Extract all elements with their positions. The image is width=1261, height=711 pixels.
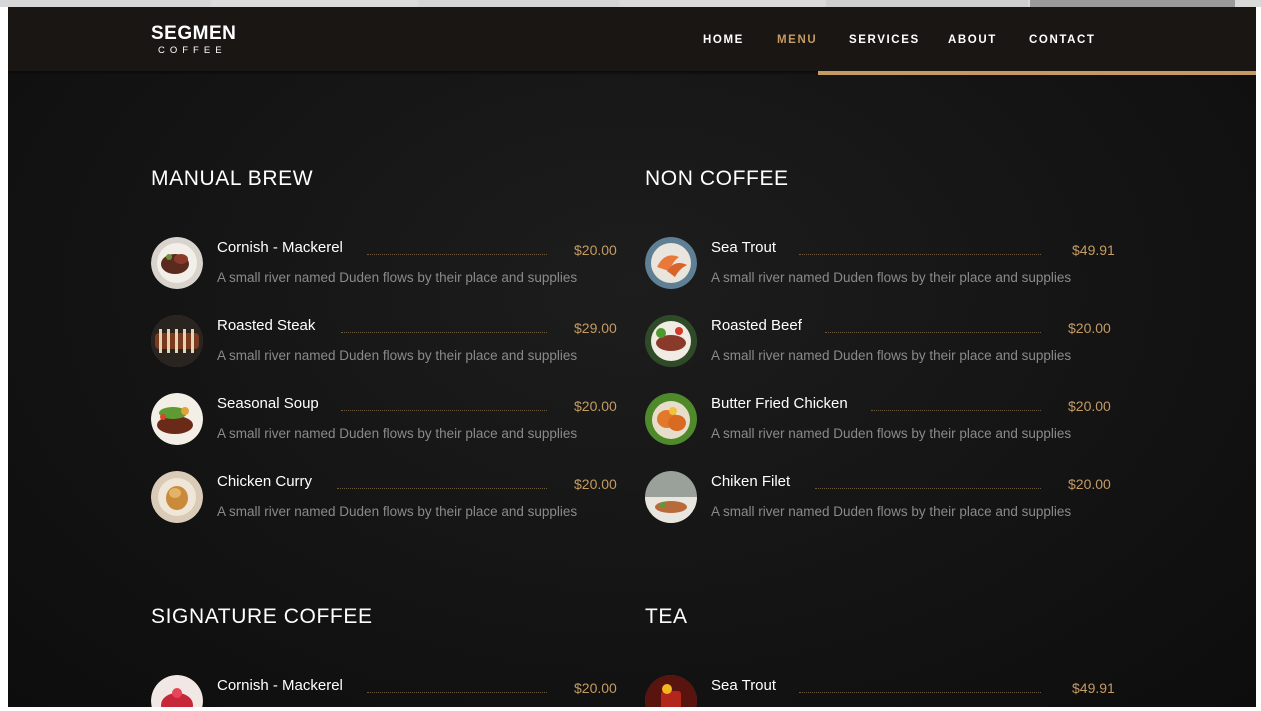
item-name: Chicken Curry [217,473,313,490]
filet-plate-image [645,471,697,523]
cake-plate-image [151,675,203,707]
nav-item-about[interactable]: ABOUT [948,34,997,46]
section-title: NON COFFEE [645,167,789,190]
item-price: $29.00 [574,320,617,336]
item-name: Sea Trout [711,239,777,256]
main-nav: HOME MENU SERVICES ABOUT CONTACT [8,34,1256,50]
price-leader-dots [341,332,547,333]
salad-plate-image [151,393,203,445]
item-name: Cornish - Mackerel [217,239,343,256]
item-description: A small river named Duden flows by their… [711,426,1072,441]
item-price: $49.91 [1072,680,1115,696]
item-description: A small river named Duden flows by their… [217,348,578,363]
item-description: A small river named Duden flows by their… [711,270,1072,285]
menu-item[interactable]: Roasted Beef $20.00 A small river named … [645,315,1115,371]
item-name: Butter Fried Chicken [711,395,848,412]
item-price: $49.91 [1072,242,1115,258]
item-description: A small river named Duden flows by their… [711,348,1072,363]
nav-item-menu[interactable]: MENU [777,34,817,46]
item-price: $20.00 [574,476,617,492]
price-leader-dots [367,692,547,693]
section-title: SIGNATURE COFFEE [151,605,373,628]
item-description: A small river named Duden flows by their… [217,270,578,285]
item-price: $20.00 [1068,476,1111,492]
menu-item[interactable]: Cornish - Mackerel $20.00 A small river … [151,237,621,293]
menu-item[interactable]: Sea Trout $49.91 [645,675,1115,707]
section-title: TEA [645,605,688,628]
drink-glass-image [645,675,697,707]
item-name: Cornish - Mackerel [217,677,343,694]
item-name: Roasted Steak [217,317,316,334]
item-price: $20.00 [574,680,617,696]
shrimp-plate-image [645,237,697,289]
item-name: Seasonal Soup [217,395,319,412]
menu-item[interactable]: Cornish - Mackerel $20.00 [151,675,621,707]
item-description: A small river named Duden flows by their… [217,426,578,441]
price-leader-dots [825,332,1041,333]
steak-plate-image [151,237,203,289]
section-title: MANUAL BREW [151,167,314,190]
nav-item-home[interactable]: HOME [703,34,744,46]
price-leader-dots [799,692,1041,693]
item-description: A small river named Duden flows by their… [217,504,578,519]
menu-item[interactable]: Roasted Steak $29.00 A small river named… [151,315,621,371]
browser-top-strip [0,0,1261,7]
item-price: $20.00 [574,398,617,414]
navbar-accent-bar [818,71,1256,75]
price-leader-dots [337,488,547,489]
nav-item-services[interactable]: SERVICES [849,34,920,46]
menu-item[interactable]: Butter Fried Chicken $20.00 A small rive… [645,393,1115,449]
price-leader-dots [367,254,547,255]
menu-item[interactable]: Seasonal Soup $20.00 A small river named… [151,393,621,449]
chicken-plate-image [151,471,203,523]
fried-chicken-plate-image [645,393,697,445]
menu-item[interactable]: Chicken Curry $20.00 A small river named… [151,471,621,527]
item-description: A small river named Duden flows by their… [711,504,1072,519]
item-name: Sea Trout [711,677,777,694]
price-leader-dots [799,254,1041,255]
beef-salad-plate-image [645,315,697,367]
menu-item[interactable]: Sea Trout $49.91 A small river named Dud… [645,237,1115,293]
nav-item-contact[interactable]: CONTACT [1029,34,1096,46]
navbar: SEGMEN COFFEE HOME MENU SERVICES ABOUT C… [8,7,1256,71]
price-leader-dots [871,410,1041,411]
page-viewport: SEGMEN COFFEE HOME MENU SERVICES ABOUT C… [8,7,1256,707]
item-name: Roasted Beef [711,317,802,334]
item-price: $20.00 [574,242,617,258]
item-price: $20.00 [1068,398,1111,414]
price-leader-dots [341,410,547,411]
ribs-plate-image [151,315,203,367]
item-price: $20.00 [1068,320,1111,336]
menu-item[interactable]: Chiken Filet $20.00 A small river named … [645,471,1115,527]
price-leader-dots [815,488,1041,489]
item-name: Chiken Filet [711,473,791,490]
